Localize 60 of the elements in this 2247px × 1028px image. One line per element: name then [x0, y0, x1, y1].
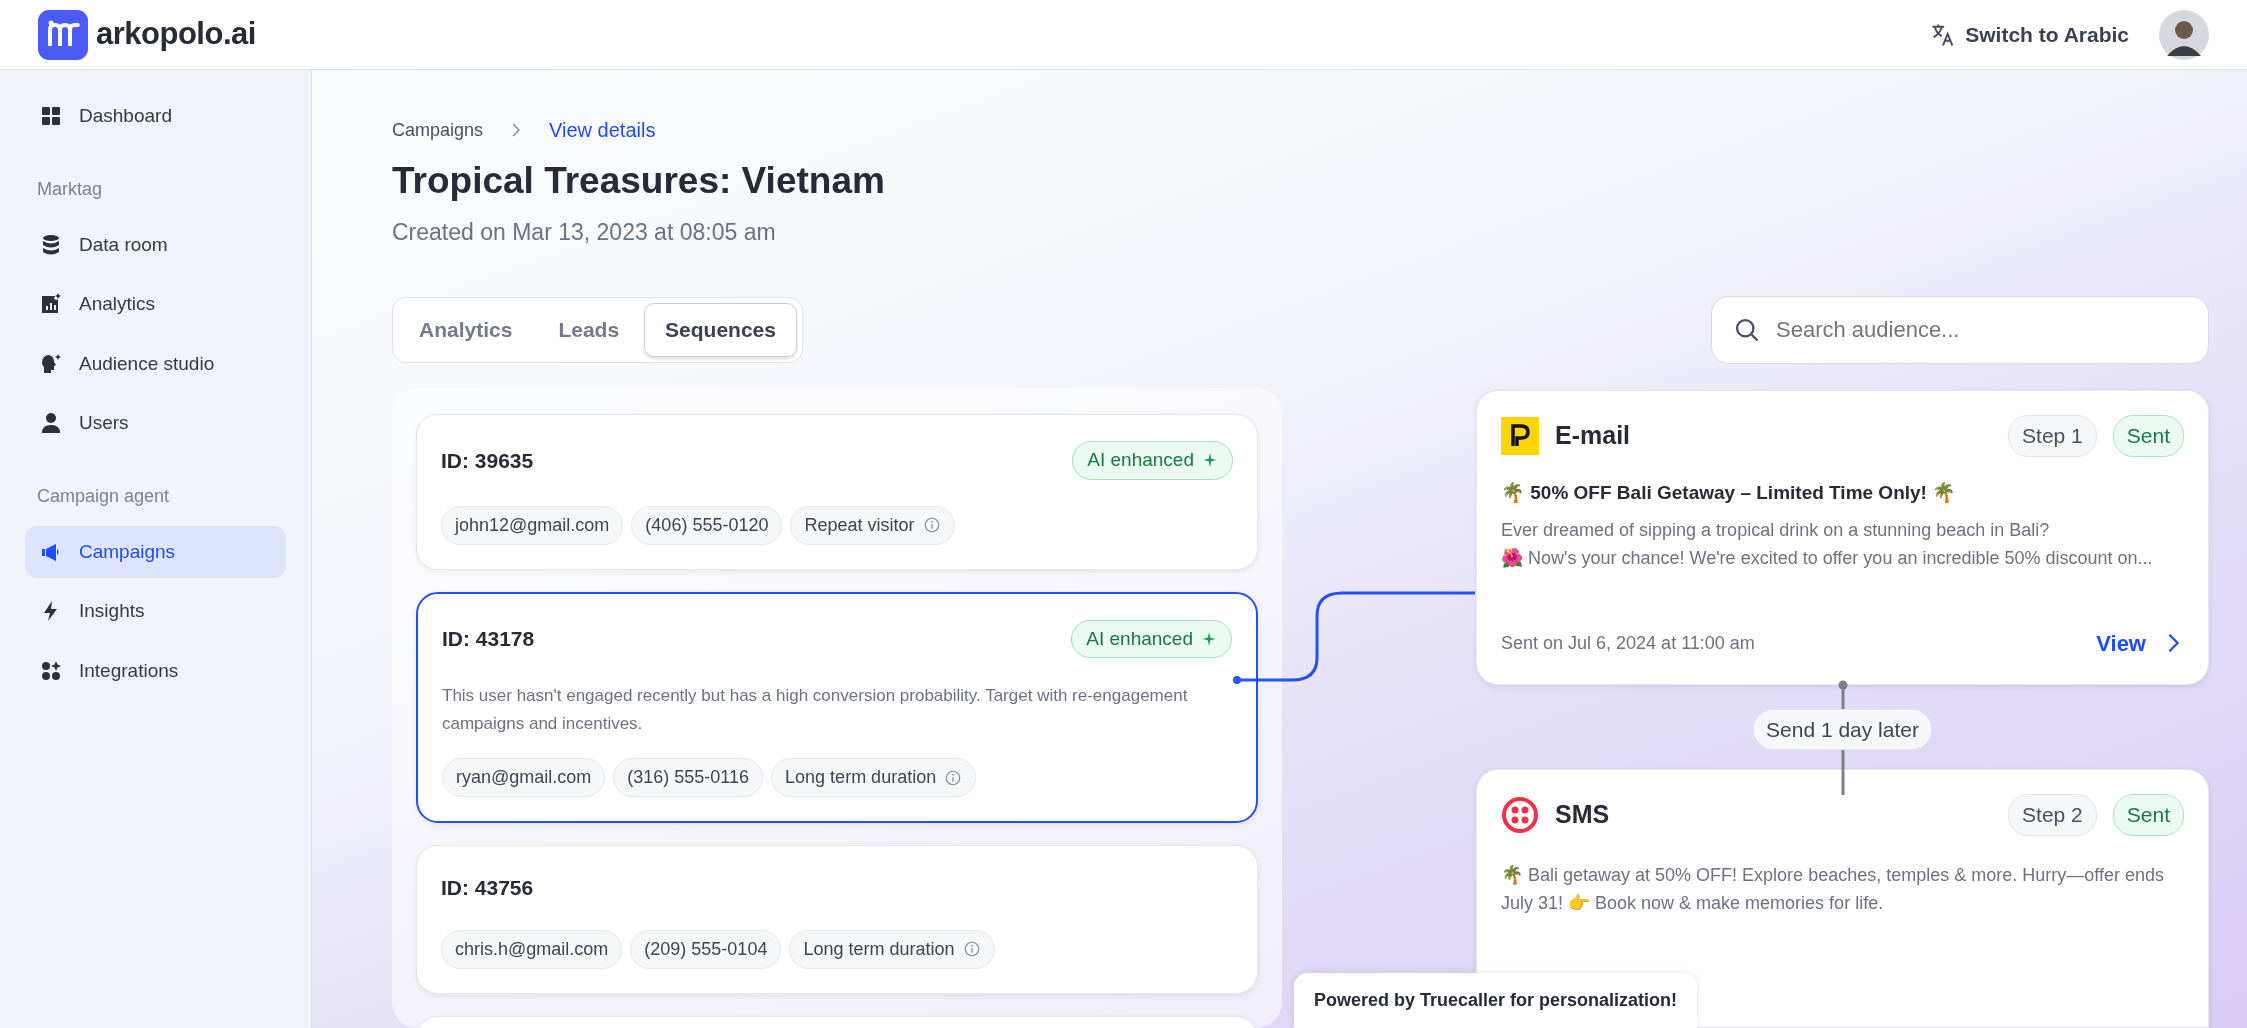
user-icon [39, 411, 63, 436]
logo-text: arkopolo.ai [96, 15, 256, 54]
tab[interactable]: Analytics [398, 303, 534, 357]
sidebar-item[interactable]: Insights [25, 585, 286, 638]
dots-logo-icon [1501, 796, 1539, 835]
info-icon [922, 516, 941, 535]
ai-badge: AI enhanced [1071, 619, 1232, 659]
lead-tag: ryan@gmail.com [442, 758, 606, 798]
avatar [2159, 9, 2209, 60]
step-badge: Step 2 [2008, 794, 2097, 836]
lead-tag: (209) 555-0104 [630, 929, 782, 969]
delay-label: Send 1 day later [1753, 708, 1932, 751]
channel-name: E-mail [1555, 420, 1631, 452]
section-label: Campaign agent [36, 484, 171, 508]
logo-icon [38, 9, 88, 60]
search-field[interactable]: Search audience... [1711, 296, 2209, 365]
letter-p-icon [1501, 416, 1539, 455]
sidebar-item[interactable]: Users [25, 397, 286, 450]
breadcrumb-link[interactable]: Campaigns [392, 116, 484, 144]
sidebar-item[interactable]: Integrations [25, 644, 286, 698]
channel-name: SMS [1555, 799, 1610, 831]
lead-id: ID: 43178 [442, 626, 535, 653]
tab[interactable]: Sequences [644, 303, 797, 357]
sidebar-item[interactable]: Campaigns [25, 525, 286, 579]
lead-note: This user hasn't engaged recently but has a high conversion probability. Target with re-engagement campaigns and incentives. [442, 685, 1189, 736]
info-icon [944, 768, 963, 787]
lead-tag: Long term duration [789, 929, 995, 969]
sidebar-item[interactable]: Audience studio [25, 337, 286, 391]
message-text: Ever dreamed of sipping a tropical drink on a stunning beach in Bali? [1501, 519, 2051, 543]
lead-id: ID: 43756 [441, 875, 534, 902]
message-subject: 🌴 50% OFF Bali Getaway – Limited Time Only! 🌴 [1501, 480, 1958, 505]
sidebar-item[interactable]: Data room [25, 218, 286, 272]
lead-tag: chris.h@gmail.com [441, 929, 623, 969]
sent-date: Sent on Jul 6, 2024 at 11:00 am [1501, 631, 1755, 655]
created-date: Created on Mar 13, 2023 at 08:05 am [392, 217, 777, 247]
page-title: Tropical Treasures: Vietnam [392, 159, 886, 204]
section-label: Marktag [36, 177, 104, 201]
breadcrumb-link[interactable]: View details [549, 115, 656, 146]
lead-tag: (316) 555-0116 [613, 758, 764, 798]
lead-tag: Long term duration [771, 758, 977, 798]
lead-card[interactable]: ID: 43756 chris.h@gmail.com (209) 555-0104 Long term duration [416, 845, 1258, 994]
tab[interactable]: Leads [537, 303, 641, 357]
lead-card[interactable]: ID: 39635 AI enhanced john12@gmail.com (406) 555-0120 Repeat visitor [416, 414, 1258, 570]
status-badge: Sent [2112, 415, 2184, 457]
sidebar-item[interactable]: Dashboard [25, 90, 286, 143]
message-text: 🌺 Now's your chance! We're excited to offer you an incredible 50% discount on... [1501, 547, 2154, 570]
lead-tag: Repeat visitor [790, 505, 955, 545]
lead-id: ID: 39635 [441, 447, 534, 474]
step-badge: Step 1 [2008, 415, 2097, 457]
lead-tag: (406) 555-0120 [631, 505, 783, 545]
toast-message: Powered by Truecaller for personalization! [1294, 973, 1698, 1028]
message-text: 🌴 Bali getaway at 50% OFF! Explore beaches, temples & more. Hurry—offer ends July 31! 👉 Book now & make memories for life. [1501, 863, 2165, 915]
view-link[interactable]: View [2096, 626, 2184, 660]
ai-badge: AI enhanced [1072, 441, 1233, 480]
sidebar-item[interactable]: Analytics [25, 278, 286, 331]
info-icon [962, 940, 981, 959]
lead-card[interactable]: ID: 43178 AI enhanced This user hasn't engaged recently but has a high conversion probability. Target with re-engagement campaigns and incentives. ryan@gmail.com (316) 555-0116 Long term duration [416, 591, 1258, 824]
lead-tag: john12@gmail.com [441, 505, 624, 545]
language-button[interactable]: Switch to Arabic [1923, 17, 2135, 52]
status-badge: Sent [2112, 794, 2184, 836]
